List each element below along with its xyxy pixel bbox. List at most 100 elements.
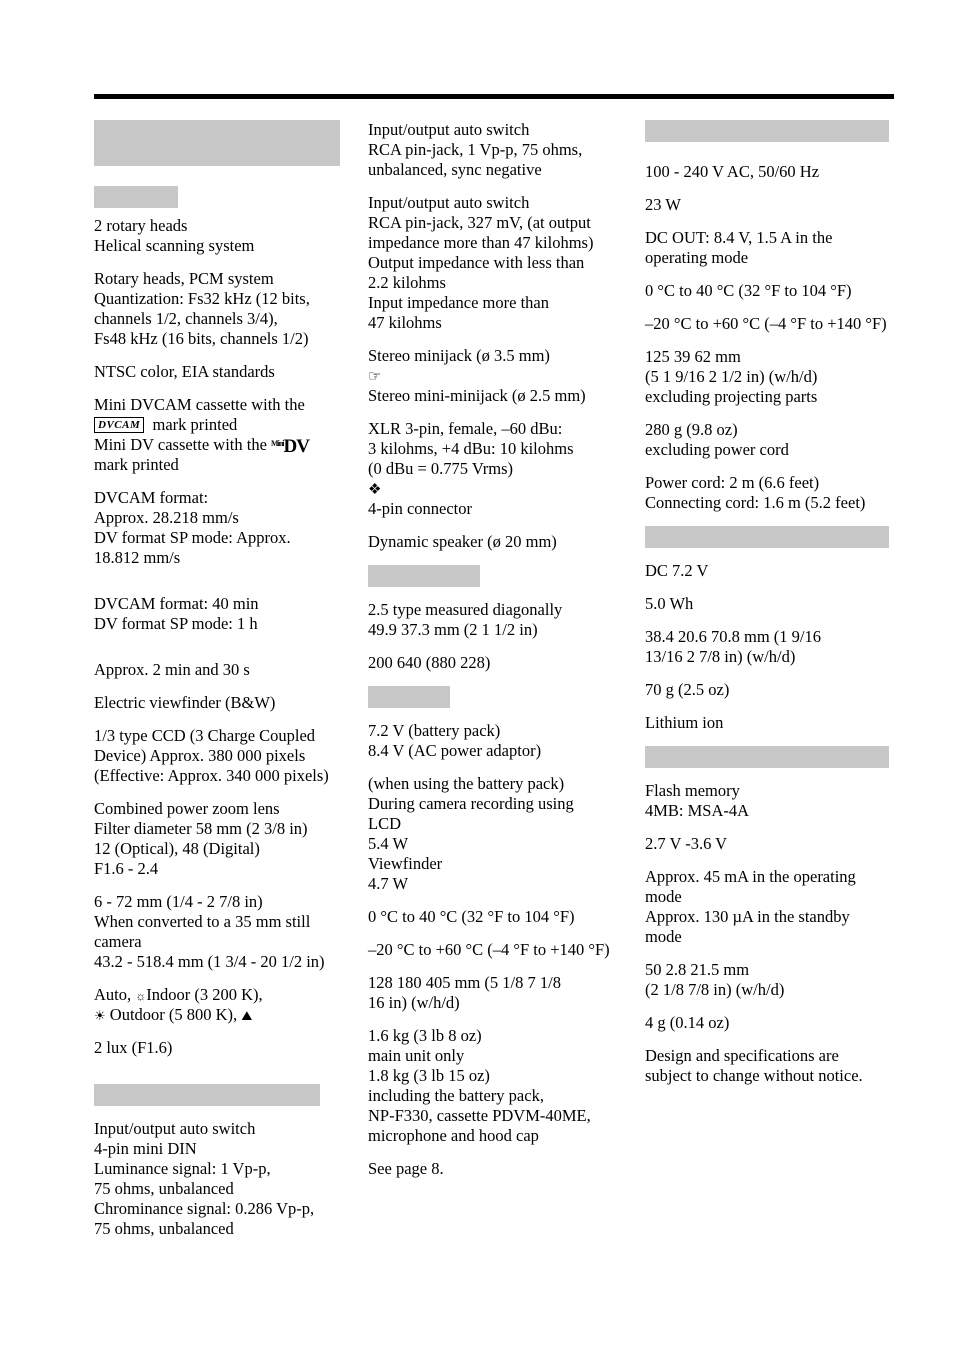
spec-line: 75 ohms, unbalanced [94,1179,234,1198]
spec-ac-power-consumption: 23 W [645,195,895,215]
spec-line: excluding projecting parts [645,387,818,406]
spec-line: Flash memory [645,781,740,800]
spec-line: Power cord: 2 m (6.6 feet) [645,473,820,492]
spec-video-signal: NTSC color, EIA standards [94,362,346,382]
spec-ac-storage-temperature: –20 °C to +60 °C (–4 °F to +140 °F) [645,314,895,334]
spec-line: 200 640 (880 228) [368,653,491,672]
spec-line: 125 39 62 mm [645,347,741,366]
spec-line: 100 - 240 V AC, 50/60 Hz [645,162,820,181]
spec-recording-time: DVCAM format: 40 min DV format SP mode: … [94,594,346,634]
spec-line: Approx. 130 µA in the standby [645,907,850,926]
spec-line: main unit only [368,1046,465,1065]
page-top-rule [94,94,894,99]
spec-audio-connector: Input/output auto switch RCA pin-jack, 3… [368,193,618,333]
spec-line: 8.4 V (AC power adaptor) [368,741,542,760]
spec-mic-connector: ❖ 4-pin connector [368,479,618,519]
spec-lcd-size: 2.5 type measured diagonally 49.9 37.3 m… [368,600,618,640]
spec-line: 2 rotary heads [94,216,188,235]
spec-line: 43.2 - 518.4 mm (1 3/4 - 20 1/2 in) [94,952,325,971]
spec-line: Indoor (3 200 K), [146,985,263,1004]
spec-line: 12 (Optical), 48 (Digital) [94,839,260,858]
spec-line: 7.2 V (battery pack) [368,721,501,740]
spec-line: During camera recording using [368,794,574,813]
specifications-page: 2 rotary heads Helical scanning system R… [0,0,954,1352]
spec-ac-mass: 280 g (9.8 oz) excluding power cord [645,420,895,460]
spec-line: subject to change without notice. [645,1066,863,1085]
section-header-memory-stick [645,746,889,768]
spec-ms-dimensions: 50 2.8 21.5 mm (2 1/8 7/8 in) (w/h/d) [645,960,895,1000]
spec-line: Design and specifications are [645,1046,839,1065]
spec-line: Rotary heads, PCM system [94,269,274,288]
spec-line: DVCAM format: 40 min [94,594,259,613]
spec-line: mark printed [148,415,238,434]
spec-lcd-pixels: 200 640 (880 228) [368,653,618,673]
spec-min-illumination: 2 lux (F1.6) [94,1038,346,1058]
spec-line: 2.2 kilohms [368,273,446,292]
spec-line: LCD [368,814,401,833]
spec-battery-output-voltage: DC 7.2 V [645,561,895,581]
spec-line: Approx. 28.218 mm/s [94,508,239,527]
spec-line: 5.0 Wh [645,594,694,613]
spec-line: impedance more than 47 kilohms) [368,233,594,252]
spec-ac-power-requirements: 100 - 240 V AC, 50/60 Hz [645,162,895,182]
spec-power-requirements: 7.2 V (battery pack) 8.4 V (AC power ada… [368,721,618,761]
spec-line: XLR 3-pin, female, –60 dBu: [368,419,563,438]
spec-battery-mass: 70 g (2.5 oz) [645,680,895,700]
spec-line: DV format SP mode: Approx. [94,528,291,547]
spec-battery-dimensions: 38.4 20.6 70.8 mm (1 9/16 13/16 2 7/8 in… [645,627,895,667]
headphone-icon: ☞ [368,369,382,385]
spec-line: 47 kilohms [368,313,442,332]
sun-icon: ☀ [94,1008,106,1023]
spec-ms-power-consumption: Approx. 45 mA in the operating mode Appr… [645,867,895,947]
spec-power-consumption: (when using the battery pack) During cam… [368,774,618,894]
spec-line: 4MB: MSA-4A [645,801,750,820]
spec-line: Connecting cord: 1.6 m (5.2 feet) [645,493,866,512]
spec-line: Filter diameter 58 mm (2 3/8 in) [94,819,308,838]
spec-line: 1.6 kg (3 lb 8 oz) [368,1026,482,1045]
column-1: 2 rotary heads Helical scanning system R… [94,120,346,1239]
spec-line: 75 ohms, unbalanced [94,1219,234,1238]
spec-ac-output-voltage: DC OUT: 8.4 V, 1.5 A in the operating mo… [645,228,895,268]
spec-ac-dimensions: 125 39 62 mm (5 1 9/16 2 1/2 in) (w/h/d)… [645,347,895,407]
spec-dimensions: 128 180 405 mm (5 1/8 7 1/8 16 in) (w/h/… [368,973,618,1013]
spec-line: mode [645,887,682,906]
spec-line: –20 °C to +60 °C (–4 °F to +140 °F) [645,314,887,333]
spec-line: DVCAM format: [94,488,209,507]
spec-line: Viewfinder [368,854,443,873]
spec-line: 49.9 37.3 mm (2 1 1/2 in) [368,620,538,639]
spec-line: (0 dBu = 0.775 Vrms) [368,459,514,478]
spec-line: 50 2.8 21.5 mm [645,960,750,979]
spec-line: Device) Approx. 380 000 pixels [94,746,306,765]
spec-s-video: Input/output auto switch 4-pin mini DIN … [94,1119,346,1239]
spec-line: 4 g (0.14 oz) [645,1013,730,1032]
spec-line: 18.812 mm/s [94,548,181,567]
spec-line: Output impedance with less than [368,253,585,272]
spec-line: 13/16 2 7/8 in) (w/h/d) [645,647,796,666]
spec-line: Input impedance more than [368,293,549,312]
spec-line: NTSC color, EIA standards [94,362,275,381]
spec-line: operating mode [645,248,749,267]
spec-mass: 1.6 kg (3 lb 8 oz) main unit only 1.8 kg… [368,1026,618,1146]
spec-line: 2.7 V -3.6 V [645,834,728,853]
spec-line: Approx. 45 mA in the operating [645,867,856,886]
spec-line: Stereo minijack (ø 3.5 mm) [368,346,550,365]
column-2: Input/output auto switch RCA pin-jack, 1… [368,120,618,1179]
column-3: 100 - 240 V AC, 50/60 Hz 23 W DC OUT: 8.… [645,120,895,1086]
spec-line: camera [94,932,142,951]
spec-line: channels 1/2, channels 3/4), [94,309,278,328]
spec-line: (5 1 9/16 2 1/2 in) (w/h/d) [645,367,818,386]
spec-line: unbalanced, sync negative [368,160,542,179]
spec-line: Mini DV cassette with the [94,435,267,454]
spec-focal-length: 6 - 72 mm (1/4 - 2 7/8 in) When converte… [94,892,346,972]
spec-line: including the battery pack, [368,1086,544,1105]
section-header-recording-system [94,120,340,166]
spec-operating-temperature: 0 °C to 40 °C (32 °F to 104 °F) [368,907,618,927]
indoor-bulb-icon: ☼ [135,989,147,1003]
spec-line: DV format SP mode: 1 h [94,614,258,633]
spec-line: Helical scanning system [94,236,255,255]
spec-line: 0 °C to 40 °C (32 °F to 104 °F) [368,907,575,926]
spec-line: 4-pin mini DIN [94,1139,197,1158]
spec-line: 38.4 20.6 70.8 mm (1 9/16 [645,627,821,646]
spec-ac-operating-temperature: 0 °C to 40 °C (32 °F to 104 °F) [645,281,895,301]
spec-audio-system: Rotary heads, PCM system Quantization: F… [94,269,346,349]
